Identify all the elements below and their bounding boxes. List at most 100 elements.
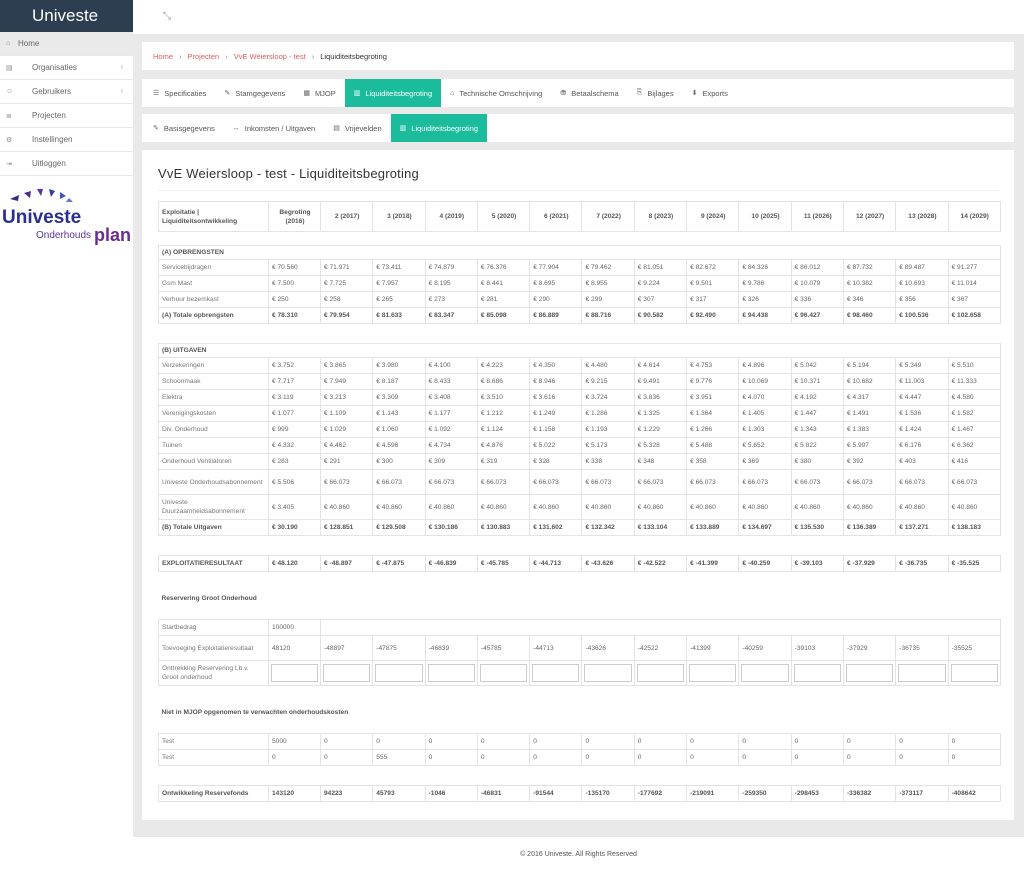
table-cell: € 40.860 (790, 494, 844, 520)
tab-inkomsten-uitgaven[interactable]: ↔ Inkomsten / Uitgaven (224, 114, 324, 142)
table-cell: -44713 (529, 635, 583, 661)
table-cell: 0 (895, 733, 949, 750)
sidebar-item-home[interactable]: ⌂ Home (0, 32, 133, 56)
sidebar-item-uitloggen[interactable]: ⇥ Uitloggen (0, 152, 133, 176)
onttrekking-input[interactable] (793, 664, 841, 682)
table-cell: € 3.752 (268, 357, 321, 374)
table-cell: € 300 (372, 453, 426, 470)
sidebar-item-organisaties[interactable]: ▤ Organisaties ‹ (0, 56, 133, 80)
column-header: Begroting (2016) (268, 201, 321, 232)
tab-mjop[interactable]: ▦ MJOP (294, 79, 344, 107)
table-cell: € -44.713 (529, 555, 583, 572)
table-cell: € 87.732 (842, 259, 897, 276)
table-cell: € 133.104 (633, 519, 688, 536)
table-cell: 0 (476, 733, 531, 750)
table-cell: € 250 (268, 291, 321, 308)
table-cell: 0 (738, 733, 792, 750)
table-cell: € -36.735 (895, 555, 949, 572)
onttrekking-input[interactable] (584, 664, 632, 682)
table-cell: € 1.124 (476, 421, 531, 438)
table-cell: € 283 (268, 453, 321, 470)
top-bar: ⤡ (133, 0, 1024, 34)
chevron-left-icon[interactable]: ‹ (121, 64, 123, 71)
svg-text:plan: plan (94, 225, 131, 245)
table-cell: € 11.003 (895, 373, 949, 390)
expand-icon[interactable]: ⤡ (163, 11, 171, 22)
header-label: Exploitatie | Liquiditeitsontwikkeling (158, 201, 269, 232)
row-label: Test (158, 749, 269, 766)
table-cell: € 86.889 (529, 307, 583, 324)
table-cell: 0 (842, 733, 897, 750)
sidebar-item-instellingen[interactable]: ⚙ Instellingen (0, 128, 133, 152)
table-cell: € 1.325 (633, 405, 688, 422)
table-cell: € 130.883 (476, 519, 531, 536)
table-cell: -298453 (790, 785, 844, 802)
onttrekking-input[interactable] (427, 664, 475, 682)
onttrekking-input[interactable] (898, 664, 946, 682)
table-cell: € 1.364 (686, 405, 740, 422)
onttrekking-input[interactable] (532, 664, 580, 682)
tab-label: Liquiditeitsbegroting (411, 123, 478, 133)
tab-icon: ✎ (224, 90, 231, 97)
input-cell (268, 660, 321, 686)
table-cell: € 369 (738, 453, 792, 470)
sidebar-item-gebruikers[interactable]: ☺ Gebruikers ‹ (0, 80, 133, 104)
table-cell (159, 324, 1001, 344)
column-header: 12 (2027) (842, 201, 897, 232)
table-cell: € 96.427 (790, 307, 844, 324)
table-cell: 0 (633, 749, 688, 766)
table-cell: € 8.695 (529, 275, 583, 292)
onttrekking-input[interactable] (689, 664, 737, 682)
table-cell: € 91.277 (947, 259, 1001, 276)
input-cell (319, 660, 374, 686)
chevron-left-icon[interactable]: ‹ (121, 88, 123, 95)
onttrekking-input[interactable] (636, 664, 685, 682)
reservefonds-row: Ontwikkeling Reservefonds 143120 94223 4579… (158, 785, 1001, 802)
onttrekking-input[interactable] (741, 664, 789, 682)
tab-betaalschema[interactable]: ⛃ Betaalschema (551, 79, 627, 107)
table-cell: € 4.192 (790, 389, 844, 406)
table-cell: -48897 (319, 635, 374, 661)
table-cell: € 309 (424, 453, 478, 470)
breadcrumb-home[interactable]: Home (153, 52, 173, 61)
table-cell: 143120 (268, 785, 321, 802)
tab-label: Betaalschema (571, 88, 619, 98)
onttrekking-input[interactable] (375, 664, 423, 682)
table-cell: € 66.073 (581, 469, 635, 495)
table-cell: € 136.389 (842, 519, 897, 536)
input-cell (529, 660, 583, 686)
table-cell: € 130.186 (424, 519, 478, 536)
tab-specificaties[interactable]: ☰ Specificaties (144, 79, 215, 107)
tab-bijlages[interactable]: ⎘ Bijlages (628, 79, 683, 107)
tab-exports[interactable]: ⬇ Exports (683, 79, 737, 107)
tab-liquiditeitsbegroting[interactable]: ▥ Liquiditeitsbegroting (344, 79, 442, 107)
breadcrumb-projects[interactable]: Projecten (188, 52, 220, 61)
app-brand[interactable]: Univeste (0, 0, 133, 32)
table-cell: € 74.879 (424, 259, 478, 276)
table-cell: € 1.582 (947, 405, 1001, 422)
onttrekking-input[interactable] (479, 664, 528, 682)
tab-liquiditeitsbegroting[interactable]: ▥ Liquiditeitsbegroting (390, 114, 487, 142)
tab-vrijevelden[interactable]: ▤ Vrijevelden (324, 114, 390, 142)
table-cell: € 4.462 (319, 437, 374, 454)
onttrekking-input[interactable] (271, 664, 318, 682)
row-label: Onttrekking Reservering t.b.v. Groot ond… (158, 660, 269, 686)
table-cell: € 1.424 (895, 421, 949, 438)
sidebar-item-projecten[interactable]: ≣ Projecten (0, 104, 133, 128)
table-cell: € 102.658 (947, 307, 1001, 324)
tab-stamgegevens[interactable]: ✎ Stamgegevens (215, 79, 294, 107)
startbedrag-row: Startbedrag 100000 (158, 619, 1001, 636)
tab-basisgegevens[interactable]: ✎ Basisgegevens (144, 114, 224, 142)
onttrekking-input[interactable] (845, 664, 894, 682)
row-label: Test (158, 733, 269, 750)
table-cell: € 10.079 (790, 275, 844, 292)
column-header: 14 (2029) (947, 201, 1001, 232)
table-cell (159, 572, 1001, 592)
expense-total-row: (B) Totale Uitgaven € 30.190 € 128.851 € 12… (158, 519, 1001, 536)
breadcrumb-project[interactable]: VvE Weiersloop - test (234, 52, 306, 61)
tab-technische-omschrijving[interactable]: ⌂ Technische Omschrijving (441, 79, 551, 107)
onttrekking-input[interactable] (950, 664, 998, 682)
onttrekking-input[interactable] (323, 664, 371, 682)
table-cell: € 129.508 (372, 519, 426, 536)
users-icon: ☺ (6, 88, 14, 95)
